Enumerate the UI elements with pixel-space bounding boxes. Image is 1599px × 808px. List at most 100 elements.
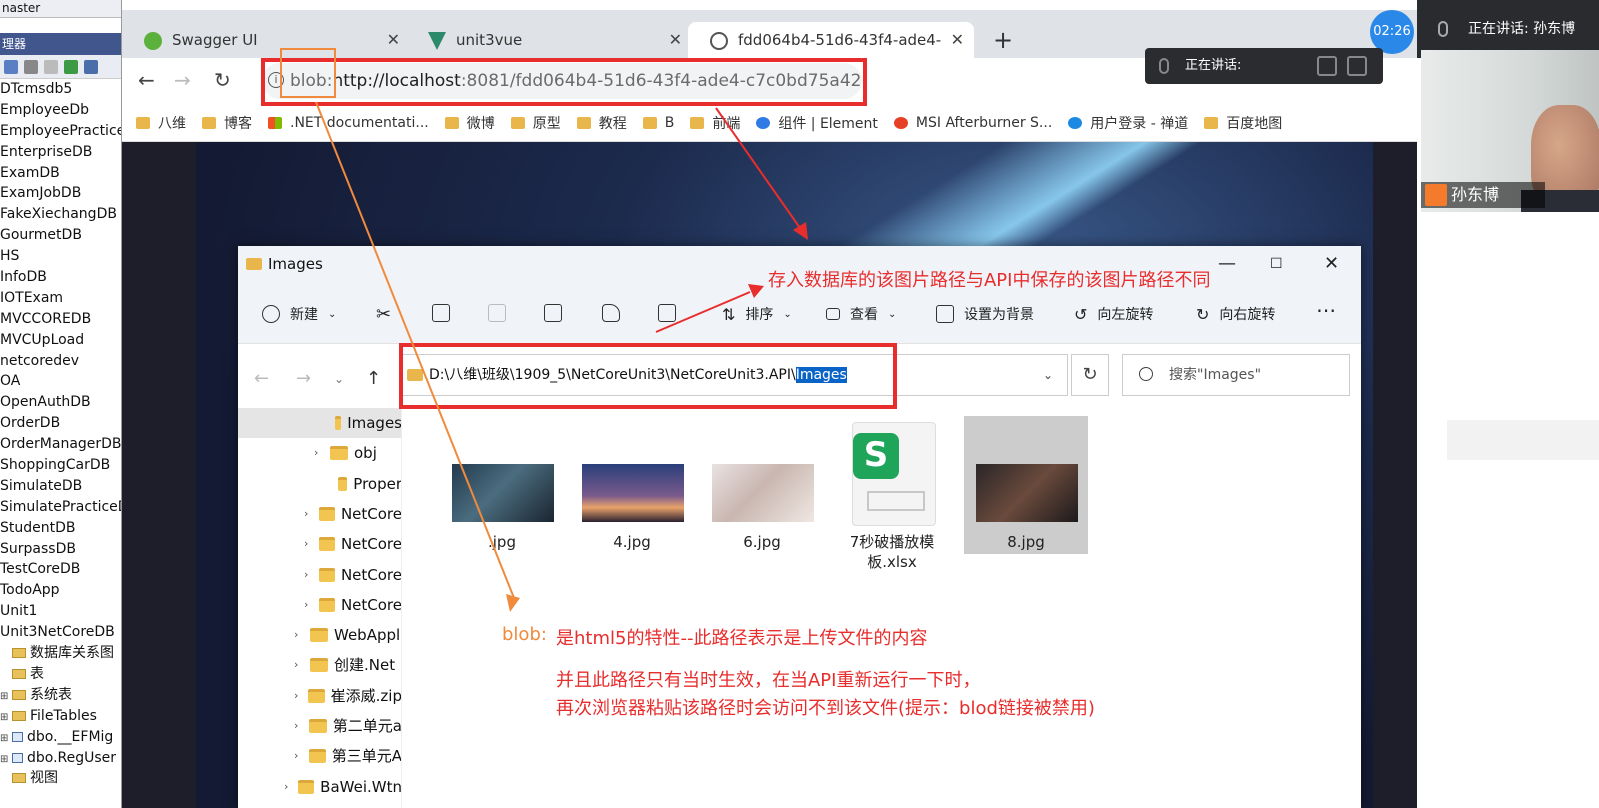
forward-icon[interactable]: → xyxy=(296,368,311,389)
tree-item[interactable]: Images xyxy=(238,408,401,438)
chevron-right-icon[interactable]: › xyxy=(294,620,310,650)
rotate-left-button[interactable]: ↺ 向左旋转 xyxy=(1074,304,1153,324)
more-options-button[interactable]: ⋯ xyxy=(1316,298,1336,322)
rename-button[interactable] xyxy=(544,304,562,322)
close-icon[interactable]: ✕ xyxy=(669,22,682,58)
file-item[interactable]: S 7秒破播放模板.xlsx xyxy=(830,416,954,571)
forward-icon[interactable]: → xyxy=(174,68,191,92)
bookmark-item[interactable]: 教程 xyxy=(576,113,627,133)
copy-button[interactable] xyxy=(432,304,450,322)
view-button[interactable]: 查看 ⌄ xyxy=(826,304,896,324)
tree-item[interactable]: › NetCore xyxy=(238,499,401,529)
chevron-right-icon[interactable]: › xyxy=(294,711,309,741)
database-item[interactable]: TodoApp xyxy=(0,580,121,601)
tree-item[interactable]: › 崔添威.zip xyxy=(238,681,401,711)
bookmark-item[interactable]: .NET documentati... xyxy=(268,115,429,131)
database-item[interactable]: netcoredev xyxy=(0,351,121,372)
database-item[interactable]: EmployeePractice xyxy=(0,121,121,142)
bookmark-item[interactable]: 微博 xyxy=(444,113,495,133)
tree-item[interactable]: › WebAppl xyxy=(238,620,401,650)
mic-muted-icon[interactable] xyxy=(1159,58,1169,74)
tree-node[interactable]: ⊞ 系统表 xyxy=(0,685,121,706)
database-item[interactable]: OA xyxy=(0,371,121,392)
bookmark-item[interactable]: 用户登录 - 禅道 xyxy=(1068,113,1188,133)
database-item[interactable]: Unit3NetCoreDB xyxy=(0,622,121,643)
chevron-right-icon[interactable]: › xyxy=(304,529,319,559)
database-item[interactable]: OpenAuthDB xyxy=(0,392,121,413)
bookmark-item[interactable]: 前端 xyxy=(690,113,740,133)
filter-icon[interactable] xyxy=(44,59,58,74)
expand-icon[interactable]: ⊞ xyxy=(0,728,12,749)
tree-node[interactable]: 表 xyxy=(0,664,121,685)
database-item[interactable]: SimulateDB xyxy=(0,476,121,497)
tree-item[interactable]: › NetCore xyxy=(238,590,401,620)
database-item[interactable]: ShoppingCarDB xyxy=(0,455,121,476)
share-icon[interactable] xyxy=(1317,56,1337,76)
database-item[interactable]: HS xyxy=(0,246,121,267)
database-item[interactable]: MVCUpLoad xyxy=(0,330,121,351)
disconnect-icon[interactable] xyxy=(24,59,38,74)
bookmark-item[interactable]: 博客 xyxy=(202,113,252,133)
rotate-right-button[interactable]: ↻ 向右旋转 xyxy=(1196,304,1275,324)
back-icon[interactable]: ← xyxy=(254,368,269,389)
tree-item[interactable]: › 创建.Net xyxy=(238,650,401,680)
database-item[interactable]: SurpassDB xyxy=(0,539,121,560)
connect-icon[interactable] xyxy=(4,59,18,74)
activity-icon[interactable] xyxy=(84,59,98,74)
chevron-right-icon[interactable]: › xyxy=(304,499,319,529)
file-item[interactable]: .jpg xyxy=(440,416,564,554)
new-button[interactable]: 新建 ⌄ xyxy=(262,304,336,324)
refresh-button[interactable]: ↻ xyxy=(1071,354,1109,396)
bookmark-item[interactable]: 组件 | Element xyxy=(756,113,878,133)
minimize-icon[interactable]: — xyxy=(1218,246,1236,282)
database-item[interactable]: ExamJobDB xyxy=(0,183,121,204)
tree-item[interactable]: › BaWei.Wtn xyxy=(238,772,401,802)
paste-button[interactable] xyxy=(488,304,506,322)
chevron-right-icon[interactable]: › xyxy=(294,681,308,711)
sort-button[interactable]: ⇅ 排序 ⌄ xyxy=(722,304,792,324)
tree-item[interactable]: › NetCore xyxy=(238,560,401,590)
tab-unit3vue[interactable]: unit3vue ✕ xyxy=(406,22,692,58)
maximize-icon[interactable]: ☐ xyxy=(1270,246,1283,282)
bookmark-item[interactable]: 八维 xyxy=(136,113,186,133)
tree-node[interactable]: 数据库关系图 xyxy=(0,643,121,664)
database-item[interactable]: EnterpriseDB xyxy=(0,142,121,163)
back-icon[interactable]: ← xyxy=(138,68,155,92)
up-icon[interactable]: ↑ xyxy=(366,368,381,389)
chevron-right-icon[interactable]: › xyxy=(294,741,309,771)
expand-icon[interactable]: ⊞ xyxy=(0,707,12,728)
tree-item[interactable]: › NetCore xyxy=(238,529,401,559)
set-background-button[interactable]: 设置为背景 xyxy=(936,304,1034,324)
bookmark-item[interactable]: 百度地图 xyxy=(1204,113,1282,133)
database-item[interactable]: MVCCOREDB xyxy=(0,309,121,330)
tree-item[interactable]: › 第三单元A xyxy=(238,741,401,771)
file-item[interactable]: 6.jpg xyxy=(700,416,824,554)
recent-icon[interactable]: ⌄ xyxy=(334,372,344,386)
close-icon[interactable]: ✕ xyxy=(951,22,964,58)
share-button[interactable] xyxy=(602,304,620,322)
tree-item[interactable]: Proper xyxy=(238,469,401,499)
window-icon[interactable] xyxy=(1347,56,1367,76)
database-item[interactable]: FakeXiechangDB xyxy=(0,204,121,225)
tree-node[interactable]: 视图 xyxy=(0,768,121,789)
database-item[interactable]: SimulatePracticeDB xyxy=(0,497,121,518)
refresh-icon[interactable] xyxy=(64,59,78,74)
expand-icon[interactable]: ⊞ xyxy=(0,749,12,770)
tab-swagger[interactable]: Swagger UI ✕ xyxy=(122,22,410,58)
reload-icon[interactable]: ↻ xyxy=(214,68,231,92)
database-item[interactable]: ExamDB xyxy=(0,163,121,184)
chevron-right-icon[interactable]: › xyxy=(294,650,310,680)
expand-icon[interactable]: ⊞ xyxy=(0,686,12,707)
close-icon[interactable]: ✕ xyxy=(387,22,400,58)
database-item[interactable]: IOTExam xyxy=(0,288,121,309)
tree-item[interactable]: › 第二单元a xyxy=(238,711,401,741)
new-tab-button[interactable]: + xyxy=(993,26,1013,54)
tree-node[interactable]: ⊞ dbo.RegUser xyxy=(0,748,121,769)
delete-button[interactable] xyxy=(658,304,676,322)
bookmark-item[interactable]: B xyxy=(642,115,674,131)
tree-node[interactable]: ⊞ FileTables xyxy=(0,706,121,727)
database-item[interactable]: OrderDB xyxy=(0,413,121,434)
bookmark-item[interactable]: 原型 xyxy=(510,113,561,133)
chevron-down-icon[interactable]: ⌄ xyxy=(1043,355,1053,395)
search-input[interactable]: 搜索"Images" xyxy=(1122,354,1350,396)
